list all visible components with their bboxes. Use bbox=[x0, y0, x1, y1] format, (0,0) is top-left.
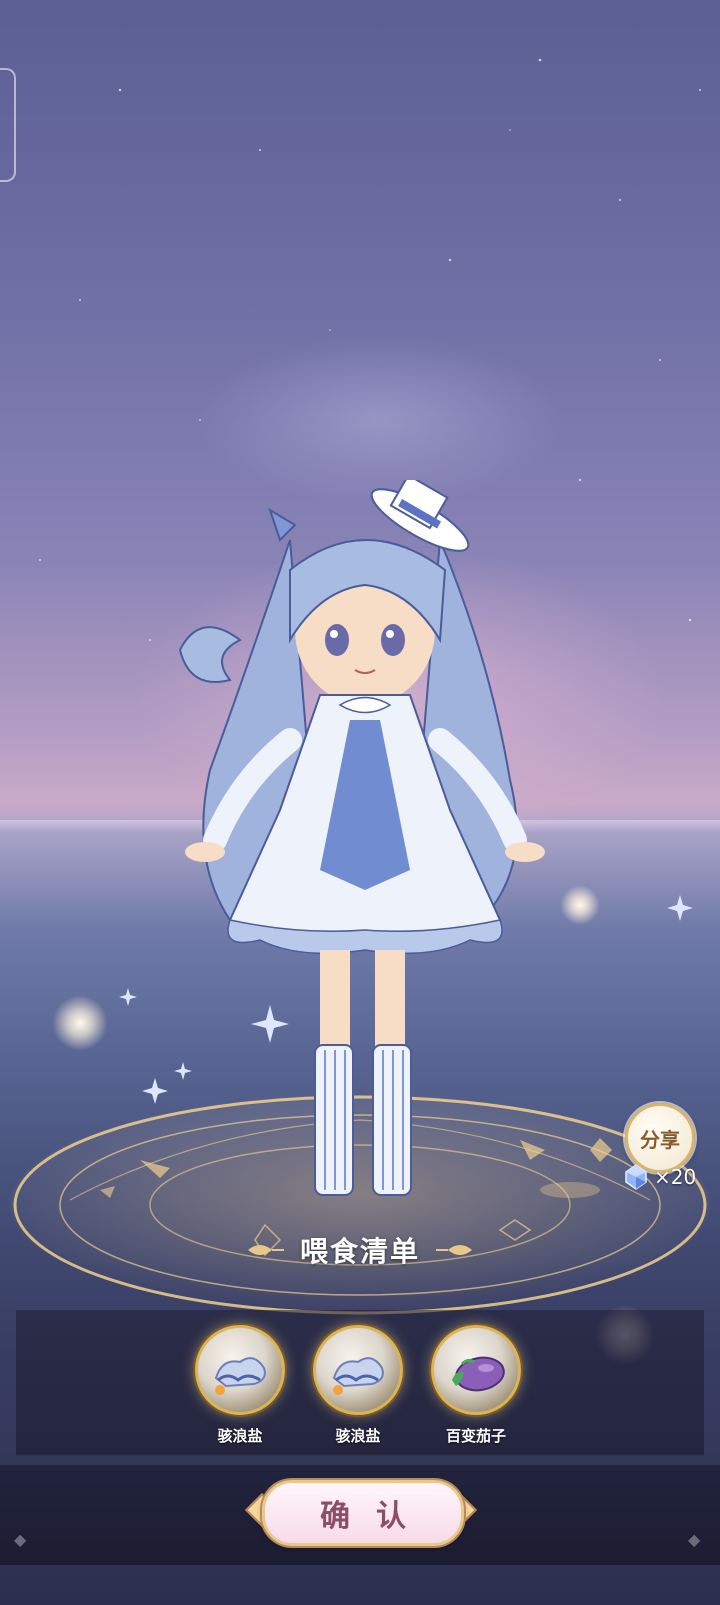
feed-list-header: 喂食清单 bbox=[0, 1228, 720, 1272]
feed-item[interactable]: 百变茄子 bbox=[426, 1325, 526, 1446]
leaf-ornament-icon bbox=[436, 1245, 472, 1255]
confirm-button[interactable]: 确认 bbox=[262, 1480, 464, 1546]
feed-list: 骇浪盐 骇浪盐 百变茄子 bbox=[190, 1325, 530, 1455]
salt-wave-icon bbox=[332, 1357, 384, 1395]
crystal-gem-icon bbox=[625, 1164, 647, 1190]
light-orb bbox=[52, 995, 108, 1051]
feed-item[interactable]: 骇浪盐 bbox=[308, 1325, 408, 1446]
feed-list-title: 喂食清单 bbox=[299, 1235, 420, 1268]
confirm-label: 确认 bbox=[320, 1499, 432, 1534]
feed-item-name: 百变茄子 bbox=[445, 1427, 506, 1445]
feed-item[interactable]: 骇浪盐 bbox=[190, 1325, 290, 1446]
corner-ornament-icon: ◆ bbox=[14, 1530, 27, 1549]
character-model bbox=[178, 480, 545, 1196]
feed-item-name: 骇浪盐 bbox=[217, 1427, 263, 1445]
food-orb[interactable] bbox=[195, 1325, 285, 1415]
food-orb[interactable] bbox=[313, 1325, 403, 1415]
food-orb[interactable] bbox=[431, 1325, 521, 1415]
eggplant-icon bbox=[452, 1356, 505, 1392]
feed-item-name: 骇浪盐 bbox=[335, 1427, 381, 1445]
light-orb bbox=[560, 885, 600, 925]
leaf-ornament-icon bbox=[247, 1245, 284, 1255]
salt-wave-icon bbox=[214, 1357, 266, 1395]
corner-ornament-icon: ◆ bbox=[688, 1530, 701, 1549]
side-tab-handle[interactable] bbox=[0, 68, 16, 182]
reward-counter: ×20 bbox=[622, 1162, 714, 1192]
share-label: 分享 bbox=[640, 1127, 680, 1152]
reward-count: ×20 bbox=[654, 1165, 697, 1189]
